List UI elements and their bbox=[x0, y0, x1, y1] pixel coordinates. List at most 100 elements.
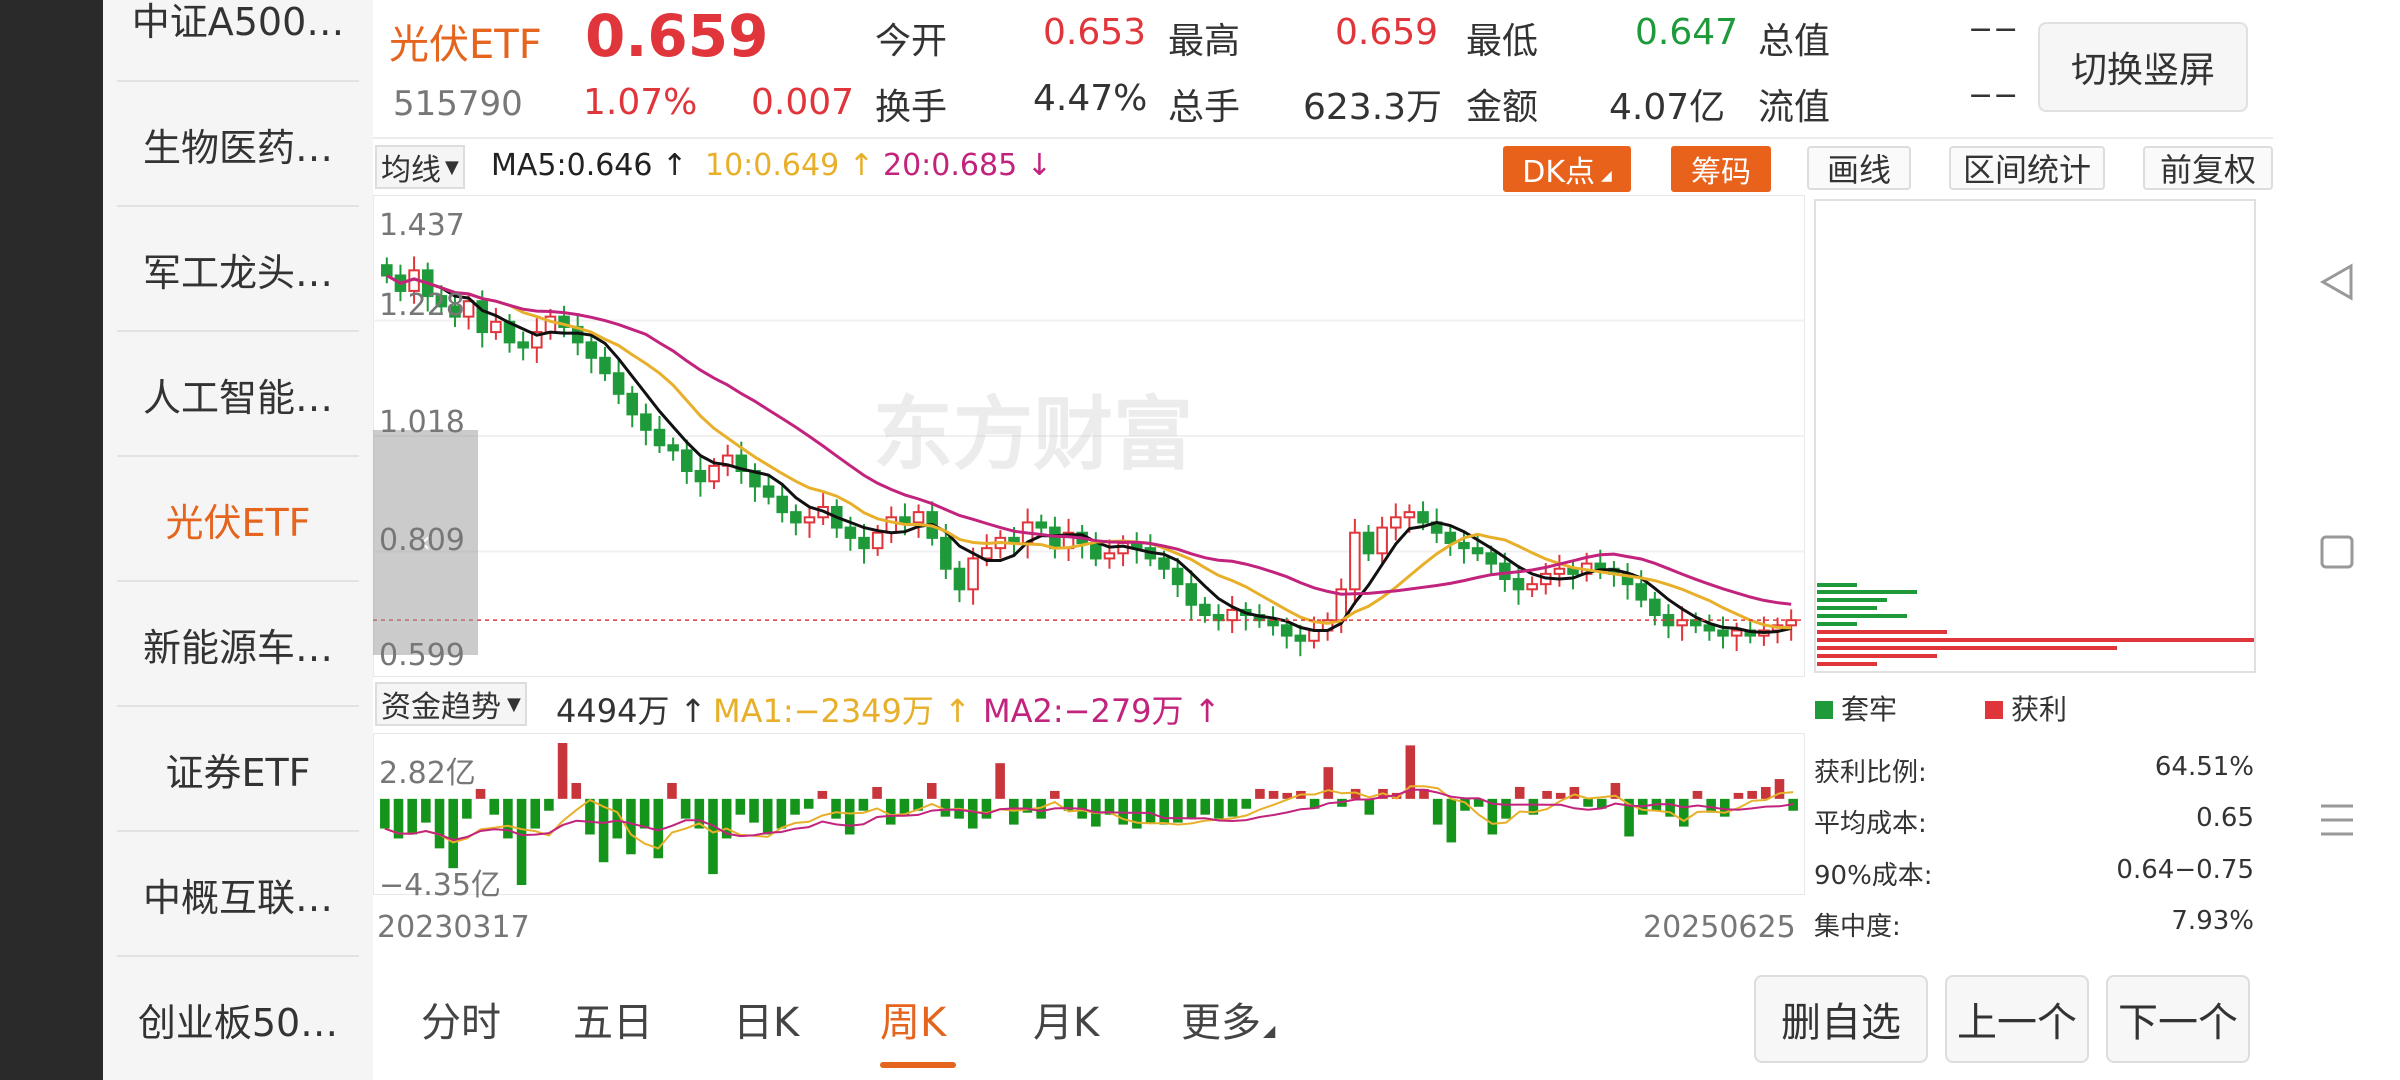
fund-bar bbox=[803, 798, 814, 809]
tab-five-day[interactable]: 五日 bbox=[573, 990, 653, 1048]
dk-point-label: DK点 bbox=[1522, 155, 1595, 190]
candle-body bbox=[381, 264, 393, 277]
fund-y-bottom: −4.35亿 bbox=[379, 868, 501, 903]
chip-bar-profit bbox=[1817, 638, 2254, 642]
candle-body bbox=[694, 469, 707, 483]
sidebar-item-label: 中概互联… bbox=[142, 876, 333, 920]
menu-icon[interactable] bbox=[2317, 800, 2357, 840]
ma20-value: 20:0.685 ↓ bbox=[883, 148, 1052, 183]
stat-label: 90%成本: bbox=[1814, 861, 1933, 891]
fund-bar bbox=[885, 798, 896, 825]
candle-body bbox=[844, 526, 857, 539]
candle-body bbox=[599, 356, 611, 375]
y-tick-label: 0.599 bbox=[379, 638, 465, 673]
candle-body bbox=[1553, 567, 1566, 575]
sidebar-item-china-internet[interactable]: 中概互联… bbox=[103, 832, 373, 957]
fund-bar bbox=[1159, 798, 1169, 825]
ma5-value: MA5:0.646 ↑ bbox=[491, 148, 688, 183]
fund-bar bbox=[844, 798, 855, 835]
draw-line-button[interactable]: 画线 bbox=[1807, 146, 1911, 190]
fund-y-top: 2.82亿 bbox=[379, 756, 476, 791]
sidebar-item-biomed[interactable]: 生物医药… bbox=[103, 82, 373, 207]
sidebar-item-solar[interactable]: 光伏ETF bbox=[103, 457, 373, 582]
candle-body bbox=[1035, 521, 1048, 529]
chip-bar-profit bbox=[1817, 662, 1877, 666]
low-value: 0.647 bbox=[1635, 12, 1739, 53]
home-icon[interactable] bbox=[2319, 534, 2355, 570]
ma-select[interactable]: 均线 ▼ bbox=[375, 145, 465, 189]
candle-body bbox=[980, 547, 993, 560]
fund-value: 4494万 ↑ bbox=[556, 692, 707, 730]
candle-body bbox=[681, 449, 693, 472]
fund-bar bbox=[926, 783, 937, 799]
fund-bar bbox=[667, 783, 677, 799]
sidebar-item-label: 中证A500… bbox=[131, 0, 345, 44]
fund-bar bbox=[626, 798, 636, 855]
candle-body bbox=[967, 557, 979, 591]
chip-bar-profit bbox=[1817, 654, 1937, 658]
switch-portrait-button[interactable]: 切换竖屏 bbox=[2038, 22, 2248, 112]
dk-point-button[interactable]: DK点 ◢ bbox=[1503, 146, 1631, 192]
stat-avg-cost: 平均成本: 0.65 bbox=[1814, 803, 2254, 840]
volume-value: 623.3万 bbox=[1303, 87, 1443, 128]
candle-body bbox=[640, 413, 652, 431]
fund-bar bbox=[1432, 798, 1443, 825]
tab-weekly-k[interactable]: 周K bbox=[880, 990, 946, 1048]
fund-bar bbox=[1555, 792, 1566, 799]
candle-body bbox=[1390, 516, 1402, 529]
candle-body bbox=[708, 464, 720, 483]
delete-watchlist-button[interactable]: 删自选 bbox=[1754, 975, 1928, 1063]
sidebar-item-chinext50[interactable]: 创业板50… bbox=[103, 957, 373, 1080]
fund-flow-chart[interactable] bbox=[373, 733, 1805, 895]
tab-daily-k[interactable]: 日K bbox=[733, 990, 799, 1048]
sidebar-item-nev[interactable]: 新能源车… bbox=[103, 582, 373, 707]
adjust-button[interactable]: 前复权 bbox=[2143, 146, 2273, 190]
fund-bar bbox=[995, 763, 1005, 799]
tab-intraday[interactable]: 分时 bbox=[421, 990, 501, 1048]
float-label: 流值 bbox=[1758, 87, 1831, 128]
change-amount: 0.007 bbox=[751, 82, 855, 123]
date-start: 20230317 bbox=[377, 910, 530, 945]
fund-bar bbox=[1692, 790, 1703, 799]
fund-bar bbox=[1501, 798, 1511, 819]
sidebar-item-military[interactable]: 军工龙头… bbox=[103, 207, 373, 332]
tab-monthly-k[interactable]: 月K bbox=[1033, 990, 1099, 1048]
fund-ma1: MA1:−2349万 ↑ bbox=[713, 692, 971, 730]
candle-body bbox=[1444, 531, 1457, 545]
fund-bar bbox=[1186, 798, 1197, 819]
legend-trapped: 套牢 bbox=[1815, 688, 1897, 728]
watchlist-sidebar: 中证A500… 生物医药… 军工龙头… 人工智能… 光伏ETF 新能源车… 证券… bbox=[103, 0, 373, 1080]
fund-bar bbox=[1747, 790, 1757, 799]
high-value: 0.659 bbox=[1335, 12, 1439, 53]
fund-bar bbox=[1678, 798, 1689, 827]
fund-bar bbox=[680, 798, 691, 819]
stat-value: 64.51% bbox=[2154, 752, 2254, 782]
chips-button[interactable]: 筹码 bbox=[1671, 146, 1771, 192]
fund-bar bbox=[1145, 798, 1156, 823]
open-label: 今开 bbox=[875, 21, 948, 62]
fund-bar bbox=[1761, 786, 1771, 799]
range-stats-button[interactable]: 区间统计 bbox=[1949, 146, 2105, 190]
next-button[interactable]: 下一个 bbox=[2106, 975, 2250, 1063]
back-icon[interactable] bbox=[2317, 262, 2357, 302]
security-name: 光伏ETF bbox=[389, 22, 542, 68]
sidebar-item-label: 人工智能… bbox=[142, 376, 333, 420]
candle-body bbox=[858, 536, 870, 550]
candle-body bbox=[1158, 557, 1170, 570]
chip-bar-trapped bbox=[1817, 622, 1857, 626]
prev-button[interactable]: 上一个 bbox=[1945, 975, 2089, 1063]
indicator-select[interactable]: 资金趋势 ▼ bbox=[375, 682, 527, 726]
corner-arrow-icon: ◢ bbox=[1263, 1021, 1276, 1040]
sidebar-item-label: 光伏ETF bbox=[165, 501, 311, 545]
candle-body bbox=[1458, 542, 1470, 550]
fund-bar bbox=[872, 786, 882, 799]
candle-body bbox=[1512, 578, 1525, 591]
sidebar-item-ai[interactable]: 人工智能… bbox=[103, 332, 373, 457]
sidebar-item-securities[interactable]: 证券ETF bbox=[103, 707, 373, 832]
legend-swatch bbox=[1815, 701, 1833, 719]
chevron-down-icon: ▼ bbox=[445, 156, 459, 178]
tab-more[interactable]: 更多 ◢ bbox=[1181, 990, 1275, 1048]
sidebar-item-a500[interactable]: 中证A500… bbox=[103, 0, 373, 81]
stat-value: 7.93% bbox=[2171, 906, 2254, 936]
fund-bar bbox=[858, 798, 869, 811]
